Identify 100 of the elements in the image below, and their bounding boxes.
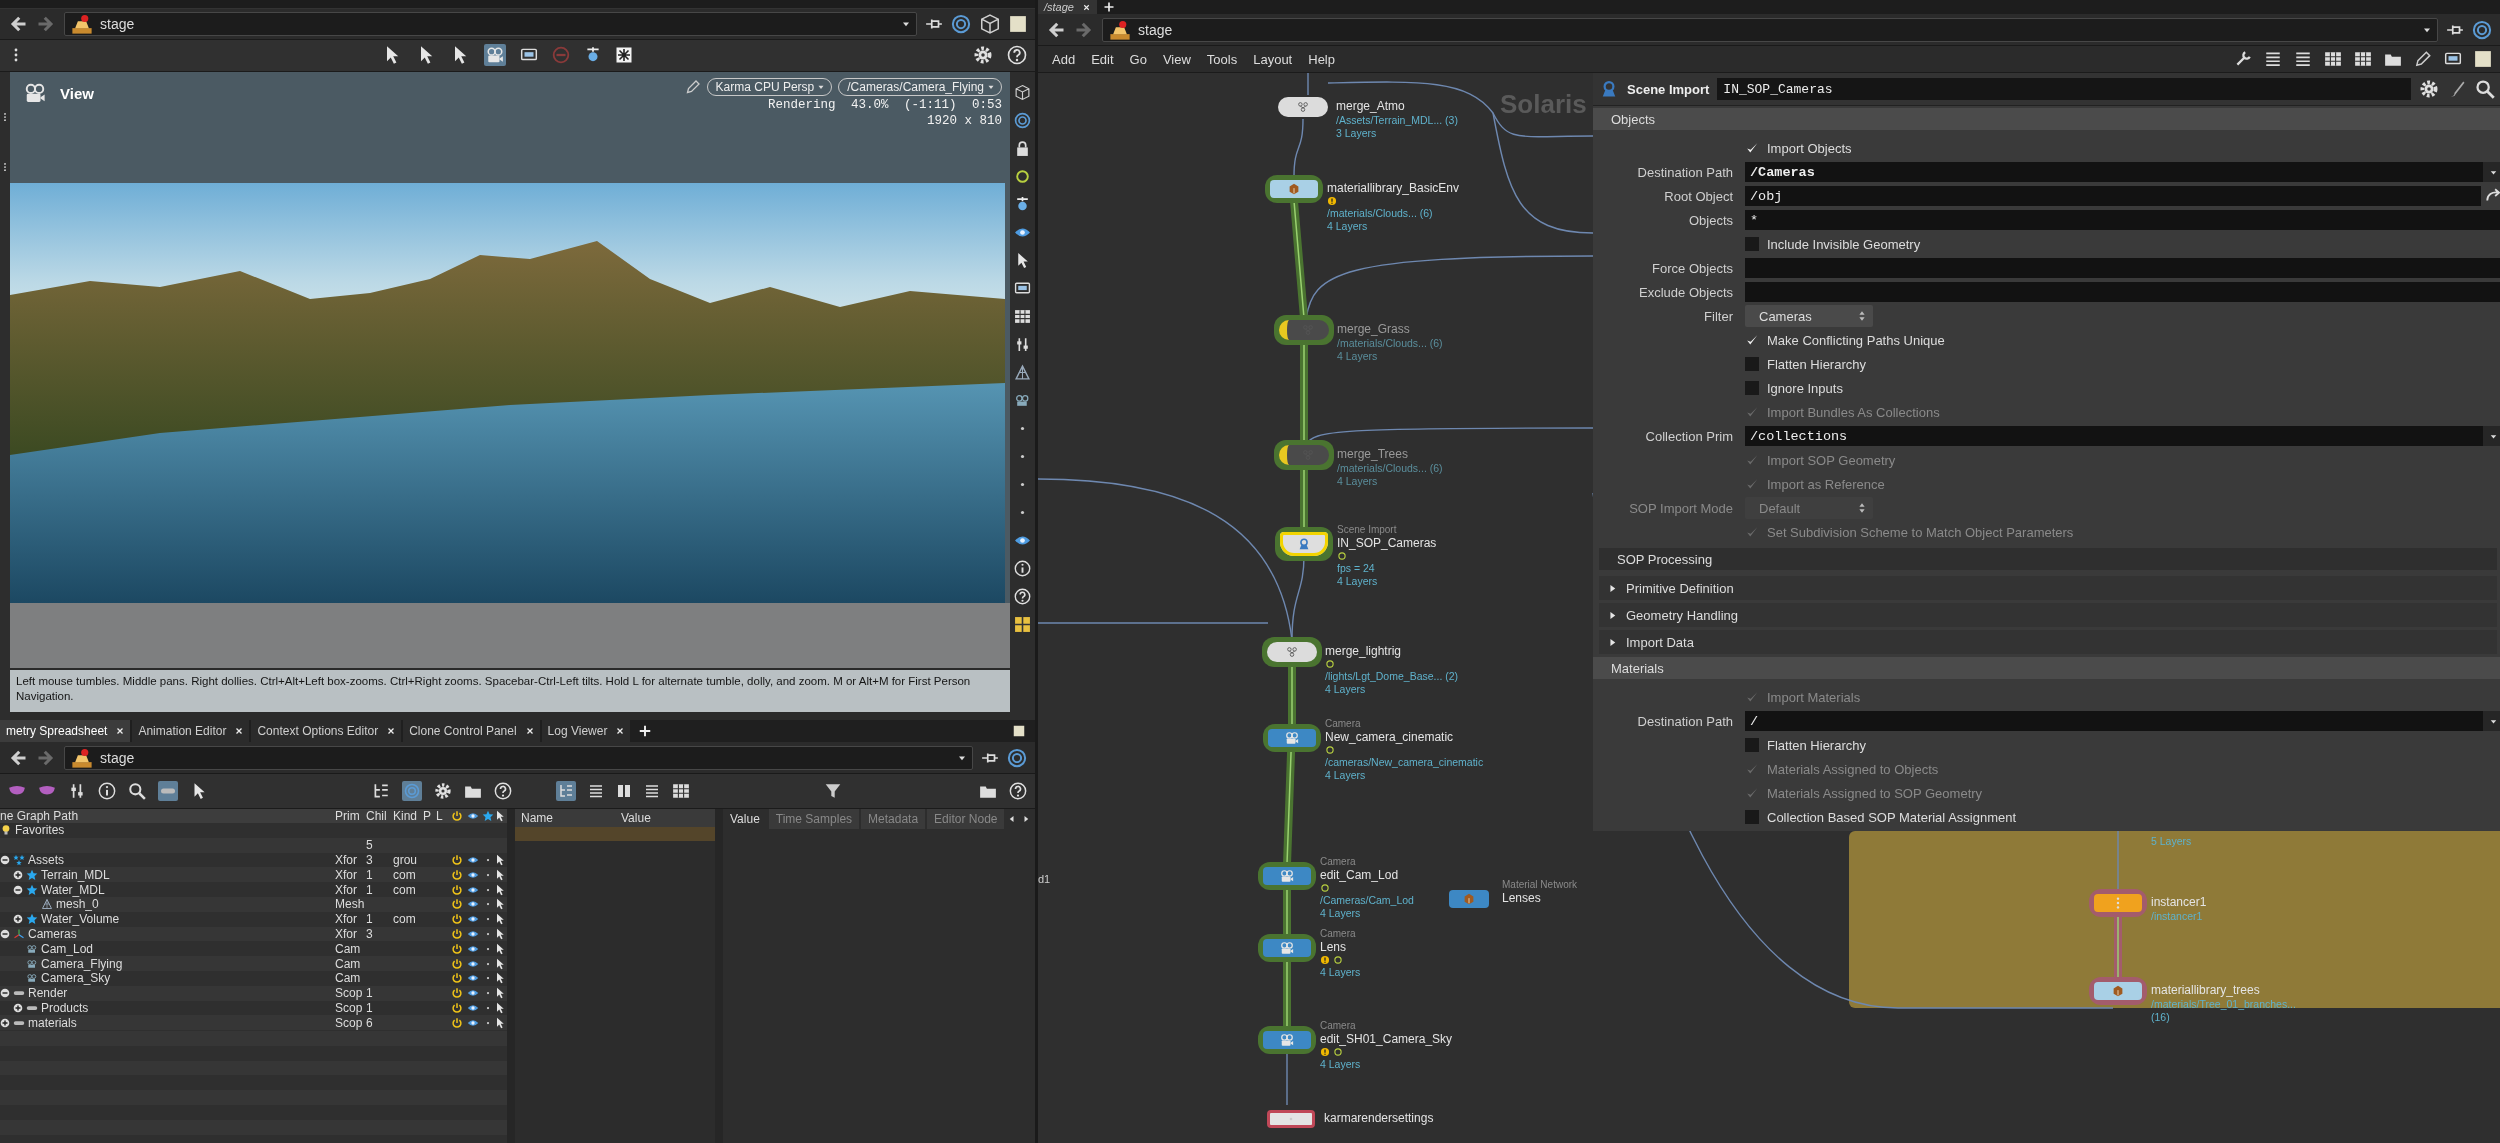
table-cell-text: com [393,867,417,882]
table-cell-text: Xfor [335,853,358,867]
node-info: /materials/Tree_01_branches... [2151,998,2296,1011]
node-name: merge_Atmo [1336,99,1406,114]
text-field[interactable]: /obj [1745,186,2481,206]
menu-item[interactable]: Go [1123,49,1153,69]
checkbox-label: Collection Based SOP Material Assignment [1767,809,2017,825]
table-cell-text: 1 [366,912,374,927]
node-info: /materials/Clouds... (6) [1337,337,1443,350]
table-cell-text: Scop [335,1000,364,1015]
node-info: 4 Layers [1337,350,1379,363]
folder-header[interactable]: Geometry Handling [1599,603,2497,627]
prim-name: Cam_Lod [41,941,94,956]
table-cell-text: 5 [366,838,374,853]
node-info: fps = 24 [1337,562,1376,575]
table-cell-text: Cam [335,941,362,956]
node-name: IN_SOP_Cameras [1337,536,1437,551]
table-cell-text: grou [393,853,419,867]
node-info: 4 Layers [1320,907,1362,920]
column-header: ne Graph Path [0,809,80,823]
table-cell-text: 1 [366,1000,374,1015]
prim-name: Terrain_MDL [41,867,110,882]
prim-name: Camera_Sky [41,971,111,986]
node-info: 4 Layers [1337,475,1379,488]
section-header[interactable]: Materials [1593,657,2500,679]
text-field[interactable]: * [1745,210,2500,230]
checkbox-label: Import Materials [1767,689,1861,705]
checkbox-label: Ignore Inputs [1767,380,1843,396]
menu-item[interactable]: Add [1046,49,1082,69]
text-field[interactable]: / [1745,711,2483,731]
folder-header[interactable]: Primitive Definition [1599,576,2497,600]
node-info: 4 Layers [1325,683,1367,696]
pane-tab[interactable]: Clone Control Panel [403,720,540,742]
checkbox-label: Flatten Hierarchy [1767,737,1866,753]
node-info: 4 Layers [1327,220,1369,233]
folder-header[interactable]: Import Data [1599,630,2497,654]
node-info: /materials/Clouds... (6) [1337,462,1443,475]
node-name: New_camera_cinematic [1325,730,1455,745]
node-info: 3 Layers [1336,127,1378,140]
network-tab[interactable]: /stage [1038,0,1097,14]
node-name: d1 [1038,873,1051,885]
render-resolution: 1920 x 810 [927,114,1002,128]
menu-item[interactable]: Layout [1247,49,1299,69]
path-field[interactable]: stage [1102,17,2438,42]
node-name: merge_Trees [1337,447,1409,462]
path-field[interactable]: stage [64,11,917,36]
menu-item[interactable]: Help [1302,49,1341,69]
pane-tab[interactable]: metry Spreadsheet [0,720,131,742]
menu-item[interactable]: View [1156,49,1197,69]
node-name: merge_Grass [1337,322,1411,337]
text-field[interactable]: /Cameras [1745,162,2483,182]
checkbox-label: Import as Reference [1767,476,1885,492]
menu-item[interactable]: Edit [1085,49,1120,69]
prim-name: materials [28,1015,77,1030]
table-cell-text: Xfor [335,926,358,941]
node-name: materiallibrary_BasicEnv [1327,181,1460,196]
node-name: materiallibrary_trees [2151,983,2261,998]
table-cell: Mesh [335,897,366,912]
help-text: Left mouse tumbles. Middle pans. Right dollies. Ctrl+Alt+Left box-zooms. Ctrl+Right zooms. Spacebar-Ctrl-Left tilts. Hold L for alternate tumble, dolly, and zoom. M or Alt+M for First Person Navigation. [10,670,1010,712]
node-name-field[interactable]: IN_SOP_Cameras [1717,78,2411,100]
table-cell-text: Xfor [335,882,358,897]
field-label: Destination Path [1636,164,1733,180]
table-cell-text: com [393,882,417,897]
menu-item[interactable]: Tools [1200,49,1244,69]
node-info: 4 Layers [1337,575,1379,588]
prim-name: Cameras [28,926,77,941]
dropdown-menu[interactable]: Cameras [1745,305,1873,327]
path-field[interactable]: stage [64,745,973,770]
node-info: 4 Layers [1320,1058,1362,1071]
node-type-label: Material Network [1502,879,1578,890]
section-header[interactable]: Objects [1593,108,2500,130]
column-header: Prim [335,809,361,823]
table-cell-text: 1 [366,867,374,882]
node-name: Lens [1320,940,1348,955]
pane-tab[interactable]: Context Options Editor [251,720,402,742]
node-name: karmarendersettings [1324,1111,1434,1126]
field-label: Collection Prim [1644,428,1733,444]
field-label: Exclude Objects [1638,284,1733,300]
field-label: Root Object [1663,188,1733,204]
checkbox-label: Include Invisible Geometry [1767,236,1921,252]
node-info: (16) [2151,1011,2171,1024]
render-status: Rendering 43.0% (-1:11) 0:53 [767,98,1002,112]
checkbox-label: Set Subdivision Scheme to Match Object Parameters [1767,524,2074,540]
checkbox-label: Materials Assigned to Objects [1767,761,1939,777]
table-cell-text: Cam [335,956,362,971]
pane-tab[interactable]: Animation Editor [132,720,250,742]
node-info: 4 Layers [1325,769,1367,782]
pane-tab[interactable]: Log Viewer [541,720,631,742]
column-header: L [436,809,444,823]
text-field[interactable]: /collections [1745,426,2483,446]
node-info: 4 Layers [1320,966,1361,979]
node-type-label: Camera [1320,1020,1356,1031]
node-type-label: Camera [1320,856,1356,867]
node-type-label: Camera [1320,928,1356,939]
field-label: Destination Path [1636,713,1733,729]
table-cell-text: 3 [366,853,374,867]
field-label: SOP Import Mode [1628,500,1733,516]
checkbox-label: Import Bundles As Collections [1767,404,1940,420]
checkbox-label: Import SOP Geometry [1767,452,1896,468]
checkbox-label: Import Objects [1767,140,1852,156]
